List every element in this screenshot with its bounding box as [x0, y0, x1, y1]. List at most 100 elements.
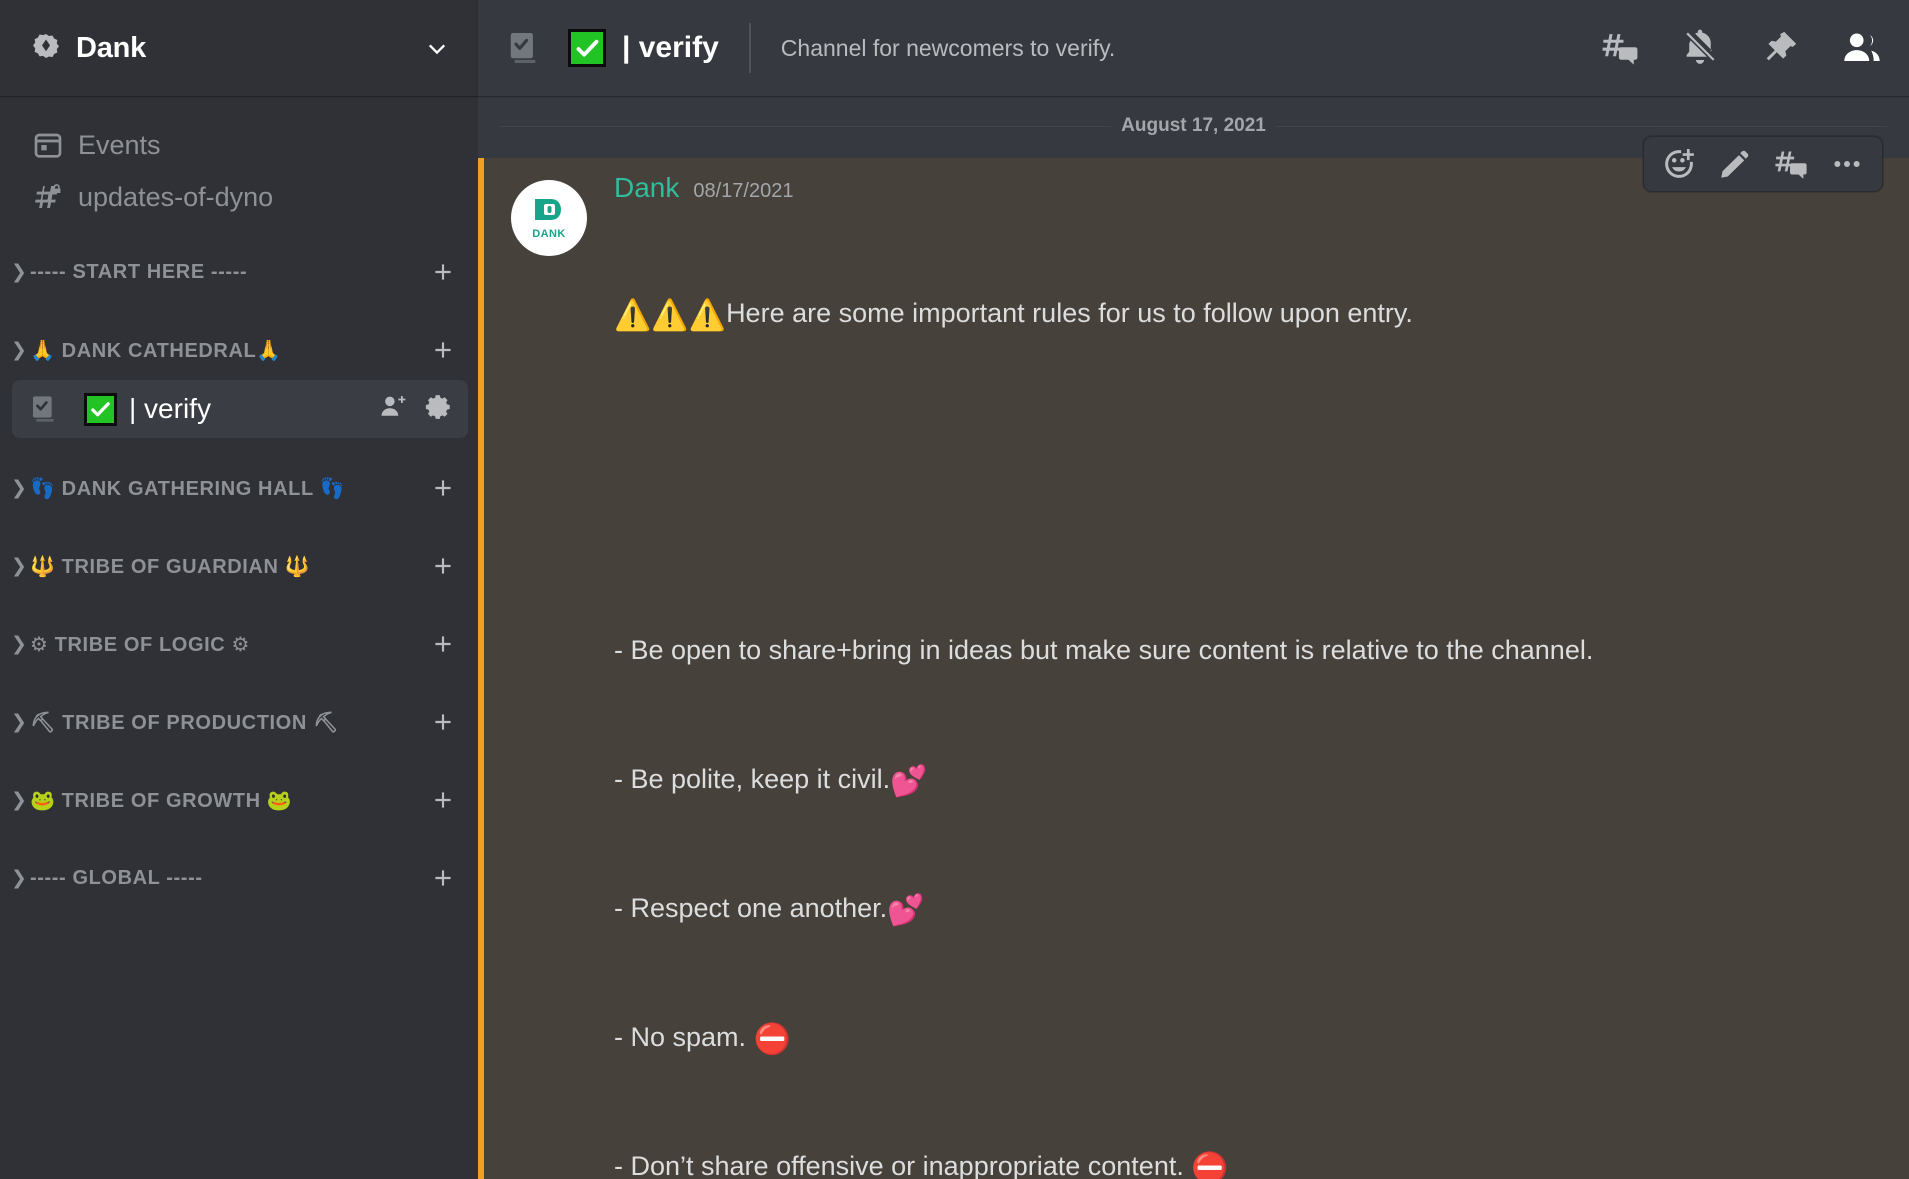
divider-line-left — [500, 125, 1112, 127]
threads-icon[interactable] — [1601, 29, 1639, 67]
chevron-right-icon: ❯ — [11, 867, 27, 889]
message-content: ⚠️⚠️⚠️Here are some important rules for … — [614, 206, 1883, 1179]
rule-line: - Be open to share+bring in ideas but ma… — [614, 629, 1883, 672]
main-content: | verify Channel for newcomers to verify… — [478, 0, 1909, 1179]
white-check-mark-emoji — [84, 392, 117, 426]
message-item: DANK Dank 08/17/2021 ⚠️⚠️⚠️Here are some… — [478, 136, 1909, 1179]
chevron-right-icon: ❯ — [11, 339, 27, 361]
category-label: 👣 DANK GATHERING HALL 👣 — [30, 477, 346, 500]
rule-line: - Don’t share offensive or inappropriate… — [614, 1145, 1883, 1179]
more-options-icon[interactable] — [1830, 147, 1864, 181]
avatar[interactable]: DANK — [511, 180, 587, 256]
chevron-right-icon: ❯ — [11, 261, 27, 283]
channel-header: | verify Channel for newcomers to verify… — [478, 0, 1909, 96]
category-label: ⚙ TRIBE OF LOGIC ⚙ — [30, 633, 250, 656]
sidebar-item-label: Events — [78, 129, 161, 160]
warning-emoji: ⚠️⚠️⚠️ — [614, 299, 727, 332]
header-actions — [1571, 27, 1883, 69]
category-label: 🙏 DANK CATHEDRAL🙏 — [30, 339, 282, 362]
bell-muted-icon[interactable] — [1681, 29, 1719, 67]
sidebar-item-updates-of-dyno[interactable]: updates-of-dyno — [8, 172, 468, 222]
category-label: 🐸 TRIBE OF GROWTH 🐸 — [30, 789, 293, 812]
channel-list: Events updates-of-dyno ❯ ----- START HER… — [0, 96, 478, 1179]
rule-line: - No spam. ⛔ — [614, 1016, 1883, 1059]
gear-icon[interactable] — [424, 392, 454, 427]
channel-title-group: | verify — [506, 29, 719, 67]
page-title: | verify — [622, 31, 719, 64]
sidebar-item-label: updates-of-dyno — [78, 181, 274, 212]
plus-icon[interactable] — [426, 259, 460, 285]
plus-icon[interactable] — [426, 475, 460, 501]
rule-emoji: ⛔ — [753, 1023, 791, 1056]
rule-text: - No spam. — [614, 1022, 754, 1052]
guild-header[interactable]: Dank — [0, 0, 478, 96]
category-tribe-of-guardian[interactable]: ❯ 🔱 TRIBE OF GUARDIAN 🔱 — [0, 538, 478, 594]
header-divider — [748, 23, 751, 73]
sidebar-item-events[interactable]: Events — [8, 120, 468, 170]
chevron-right-icon: ❯ — [11, 633, 27, 655]
chevron-right-icon: ❯ — [11, 711, 27, 733]
pin-icon[interactable] — [1761, 29, 1799, 67]
hash-locked-icon — [30, 179, 66, 215]
rule-text: - Be polite, keep it civil. — [614, 764, 891, 794]
rules-book-check-icon — [28, 392, 62, 426]
message-intro-text: Here are some important rules for us to … — [726, 298, 1413, 328]
avatar-column: DANK — [484, 172, 614, 1179]
category-label: 🔱 TRIBE OF GUARDIAN 🔱 — [30, 555, 311, 578]
category-dank-cathedral[interactable]: ❯ 🙏 DANK CATHEDRAL🙏 — [0, 322, 478, 378]
guild-name: Dank — [76, 31, 147, 64]
category-tribe-of-production[interactable]: ❯ ⛏ TRIBE OF PRODUCTION ⛏ — [0, 694, 478, 750]
rule-line: - Respect one another.💕 — [614, 887, 1883, 930]
rule-text: - Don’t share offensive or inappropriate… — [614, 1151, 1192, 1179]
plus-icon[interactable] — [426, 787, 460, 813]
date-label: August 17, 2021 — [1121, 115, 1266, 136]
plus-icon[interactable] — [426, 553, 460, 579]
divider-line-right — [1275, 125, 1888, 127]
category-label: ⛏ TRIBE OF PRODUCTION ⛏ — [30, 711, 340, 734]
add-reaction-icon[interactable] — [1662, 147, 1696, 181]
plus-icon[interactable] — [426, 337, 460, 363]
channel-actions — [378, 392, 454, 427]
chevron-down-icon[interactable] — [420, 31, 454, 65]
rule-text: - Respect one another. — [614, 893, 888, 923]
rule-text: - Be open to share+bring in ideas but ma… — [614, 635, 1594, 665]
rule-emoji: 💕 — [890, 765, 928, 798]
message-author[interactable]: Dank — [614, 172, 679, 204]
channel-sidebar: Dank Events updates-of-dyno ❯ ----- STAR… — [0, 0, 478, 1179]
edit-icon[interactable] — [1718, 147, 1752, 181]
discord-app-window: Dank Events updates-of-dyno ❯ ----- STAR… — [0, 0, 1909, 1179]
create-thread-icon[interactable] — [1774, 147, 1808, 181]
chevron-right-icon: ❯ — [11, 477, 27, 499]
person-add-icon[interactable] — [378, 392, 408, 427]
rule-line: - Be polite, keep it civil.💕 — [614, 758, 1883, 801]
chevron-right-icon: ❯ — [11, 555, 27, 577]
dank-logo-icon — [535, 199, 561, 220]
verified-guild-badge-icon — [30, 32, 62, 64]
category-label: ----- START HERE ----- — [30, 260, 248, 283]
category-dank-gathering-hall[interactable]: ❯ 👣 DANK GATHERING HALL 👣 — [0, 460, 478, 516]
rule-emoji: 💕 — [887, 894, 925, 927]
white-check-mark-emoji — [568, 29, 606, 67]
message-list: August 17, 2021 DANK Dank 08/17/2021 ⚠️⚠… — [478, 96, 1909, 1179]
message-body: Dank 08/17/2021 ⚠️⚠️⚠️Here are some impo… — [614, 172, 1883, 1179]
category-tribe-of-logic[interactable]: ❯ ⚙ TRIBE OF LOGIC ⚙ — [0, 616, 478, 672]
chevron-right-icon: ❯ — [11, 789, 27, 811]
message-intro-line: ⚠️⚠️⚠️Here are some important rules for … — [614, 292, 1883, 335]
rule-emoji: ⛔ — [1191, 1152, 1229, 1179]
message-timestamp: 08/17/2021 — [693, 180, 794, 202]
plus-icon[interactable] — [426, 631, 460, 657]
avatar-wordmark: DANK — [532, 228, 566, 240]
sidebar-item-verify[interactable]: | verify — [12, 380, 468, 438]
members-icon[interactable] — [1841, 27, 1883, 69]
rules-book-check-icon — [506, 29, 544, 67]
category-label: ----- GLOBAL ----- — [30, 866, 203, 889]
plus-icon[interactable] — [426, 865, 460, 891]
category-start-here[interactable]: ❯ ----- START HERE ----- — [0, 244, 478, 300]
plus-icon[interactable] — [426, 709, 460, 735]
category-tribe-of-growth[interactable]: ❯ 🐸 TRIBE OF GROWTH 🐸 — [0, 772, 478, 828]
calendar-icon — [30, 127, 66, 163]
channel-name: | verify — [129, 393, 211, 424]
channel-topic: Channel for newcomers to verify. — [780, 34, 1116, 61]
category-global[interactable]: ❯ ----- GLOBAL ----- — [0, 850, 478, 906]
